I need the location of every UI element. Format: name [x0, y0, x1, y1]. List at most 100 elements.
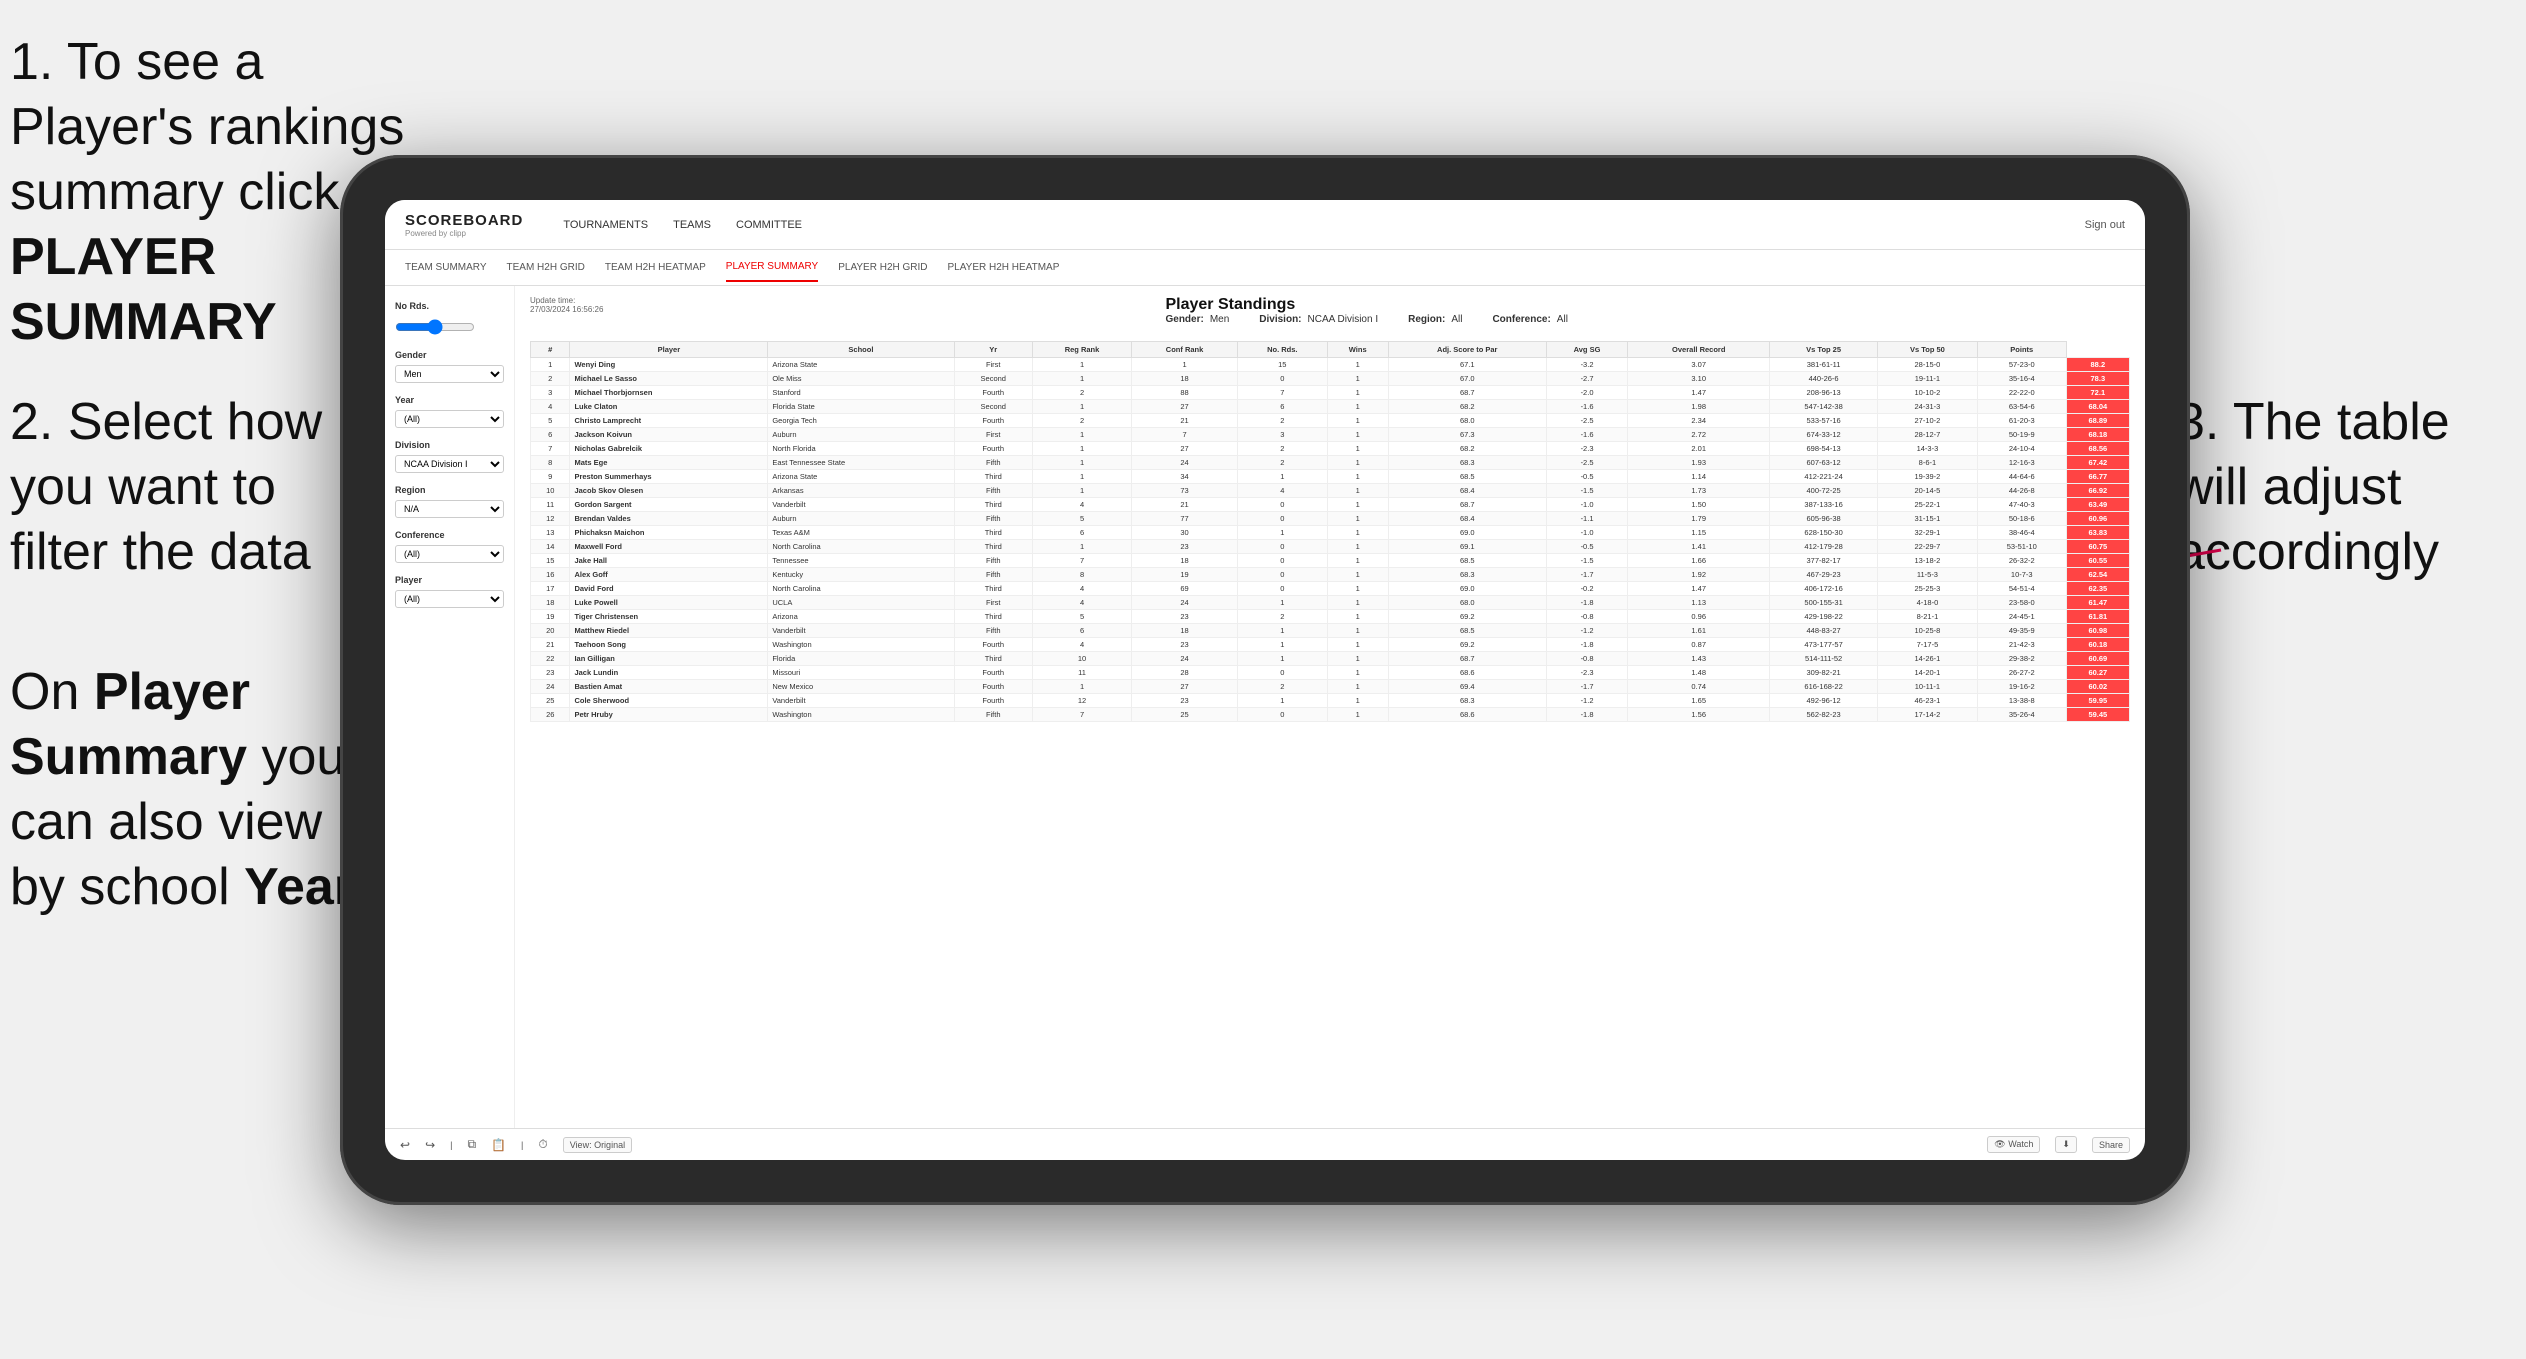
year-label: Year	[395, 395, 504, 405]
col-reg-rank: Reg Rank	[1032, 342, 1131, 358]
gender-select[interactable]: Men	[395, 365, 504, 383]
table-row: 14Maxwell FordNorth CarolinaThird1230169…	[531, 540, 2130, 554]
table-row: 10Jacob Skov OlesenArkansasFifth1734168.…	[531, 484, 2130, 498]
sidebar-year: Year (All)	[395, 395, 504, 428]
col-yr: Yr	[954, 342, 1032, 358]
toolbar-share[interactable]: Share	[2092, 1137, 2130, 1153]
year-select[interactable]: (All)	[395, 410, 504, 428]
table-row: 22Ian GilliganFloridaThird10241168.7-0.8…	[531, 652, 2130, 666]
bottom-toolbar: ↩ ↪ | ⧉ 📋 | ⏱ View: Original 👁 Watch ⬇ S…	[385, 1128, 2145, 1160]
table-row: 13Phichaksn MaichonTexas A&MThird6301169…	[531, 526, 2130, 540]
table-row: 5Christo LamprechtGeorgia TechFourth2212…	[531, 414, 2130, 428]
division-label: Division	[395, 440, 504, 450]
no-rds-slider[interactable]	[395, 316, 475, 338]
filter-region: Region: All	[1408, 314, 1462, 325]
col-points: Points	[1977, 342, 2066, 358]
sidebar-no-rds: No Rds.	[395, 301, 504, 338]
annotation-step2: 2. Select how you want to filter the dat…	[10, 390, 340, 585]
app-header: SCOREBOARD Powered by clipp TOURNAMENTS …	[385, 200, 2145, 250]
toolbar-download[interactable]: ⬇	[2055, 1136, 2077, 1153]
table-row: 16Alex GoffKentuckyFifth8190168.3-1.71.9…	[531, 568, 2130, 582]
subnav-player-h2h-grid[interactable]: PLAYER H2H GRID	[838, 254, 927, 281]
table-row: 25Cole SherwoodVanderbiltFourth12231168.…	[531, 694, 2130, 708]
filter-row: Gender: Men Division: NCAA Division I Re…	[1165, 314, 1567, 325]
filter-gender: Gender: Men	[1165, 314, 1229, 325]
toolbar-view[interactable]: View: Original	[563, 1137, 632, 1153]
table-row: 26Petr HrubyWashingtonFifth7250168.6-1.8…	[531, 708, 2130, 722]
col-overall-record: Overall Record	[1628, 342, 1770, 358]
table-row: 19Tiger ChristensenArizonaThird5232169.2…	[531, 610, 2130, 624]
player-standings-table: # Player School Yr Reg Rank Conf Rank No…	[530, 341, 2130, 722]
col-rank: #	[531, 342, 570, 358]
conference-label: Conference	[395, 530, 504, 540]
table-row: 2Michael Le SassoOle MissSecond1180167.0…	[531, 372, 2130, 386]
subnav-team-summary[interactable]: TEAM SUMMARY	[405, 254, 487, 281]
table-row: 7Nicholas GabrelcikNorth FloridaFourth12…	[531, 442, 2130, 456]
sign-out[interactable]: Sign out	[2085, 219, 2125, 231]
sidebar-division: Division NCAA Division I	[395, 440, 504, 473]
logo-title: SCOREBOARD	[405, 212, 523, 229]
logo-subtitle: Powered by clipp	[405, 229, 523, 238]
player-select[interactable]: (All)	[395, 590, 504, 608]
col-vs-top50: Vs Top 50	[1878, 342, 1978, 358]
table-row: 21Taehoon SongWashingtonFourth4231169.2-…	[531, 638, 2130, 652]
sub-nav: TEAM SUMMARY TEAM H2H GRID TEAM H2H HEAT…	[385, 250, 2145, 286]
toolbar-separator2: |	[521, 1140, 523, 1150]
tablet-frame: SCOREBOARD Powered by clipp TOURNAMENTS …	[340, 155, 2190, 1205]
region-select[interactable]: N/A	[395, 500, 504, 518]
table-row: 15Jake HallTennesseeFifth7180168.5-1.51.…	[531, 554, 2130, 568]
table-row: 17David FordNorth CarolinaThird4690169.0…	[531, 582, 2130, 596]
logo-area: SCOREBOARD Powered by clipp	[405, 212, 523, 238]
player-label: Player	[395, 575, 504, 585]
table-row: 11Gordon SargentVanderbiltThird4210168.7…	[531, 498, 2130, 512]
filter-conference: Conference: All	[1492, 314, 1567, 325]
watch-icon: 👁	[1994, 1139, 2005, 1149]
nav-committee[interactable]: COMMITTEE	[736, 214, 802, 236]
annotation-playersummary: On Player Summary you can also view by s…	[10, 660, 360, 920]
sidebar-player: Player (All)	[395, 575, 504, 608]
toolbar-paste[interactable]: 📋	[491, 1138, 506, 1152]
subnav-team-h2h-grid[interactable]: TEAM H2H GRID	[507, 254, 585, 281]
col-vs-top25: Vs Top 25	[1770, 342, 1878, 358]
table-title: Player Standings	[1165, 296, 1567, 314]
conference-select[interactable]: (All)	[395, 545, 504, 563]
col-wins: Wins	[1327, 342, 1388, 358]
table-row: 24Bastien AmatNew MexicoFourth1272169.4-…	[531, 680, 2130, 694]
subnav-player-h2h-heatmap[interactable]: PLAYER H2H HEATMAP	[948, 254, 1060, 281]
col-school: School	[768, 342, 954, 358]
col-adj-score: Adj. Score to Par	[1388, 342, 1546, 358]
subnav-player-summary[interactable]: PLAYER SUMMARY	[726, 253, 818, 282]
toolbar-redo[interactable]: ↪	[425, 1138, 435, 1152]
region-label: Region	[395, 485, 504, 495]
toolbar-clock: ⏱	[538, 1137, 547, 1152]
main-content: No Rds. Gender Men Year (All)	[385, 286, 2145, 1128]
sidebar-region: Region N/A	[395, 485, 504, 518]
col-conf-rank: Conf Rank	[1132, 342, 1238, 358]
sidebar: No Rds. Gender Men Year (All)	[385, 286, 515, 1128]
table-row: 1Wenyi DingArizona StateFirst1115167.1-3…	[531, 358, 2130, 372]
sidebar-conference: Conference (All)	[395, 530, 504, 563]
main-nav: TOURNAMENTS TEAMS COMMITTEE	[563, 214, 2054, 236]
no-rds-label: No Rds.	[395, 301, 504, 311]
col-player: Player	[570, 342, 768, 358]
filter-division: Division: NCAA Division I	[1259, 314, 1378, 325]
table-row: 3Michael ThorbjornsenStanfordFourth28871…	[531, 386, 2130, 400]
table-row: 8Mats EgeEast Tennessee StateFifth124216…	[531, 456, 2130, 470]
no-rds-row	[395, 316, 504, 338]
gender-label: Gender	[395, 350, 504, 360]
col-no-rds: No. Rds.	[1237, 342, 1327, 358]
col-avg-sg: Avg SG	[1546, 342, 1628, 358]
nav-tournaments[interactable]: TOURNAMENTS	[563, 214, 648, 236]
toolbar-separator: |	[450, 1140, 452, 1150]
subnav-team-h2h-heatmap[interactable]: TEAM H2H HEATMAP	[605, 254, 706, 281]
table-row: 12Brendan ValdesAuburnFifth5770168.4-1.1…	[531, 512, 2130, 526]
table-area: Update time: 27/03/2024 16:56:26 Player …	[515, 286, 2145, 1128]
table-row: 6Jackson KoivunAuburnFirst173167.3-1.62.…	[531, 428, 2130, 442]
toolbar-watch[interactable]: 👁 Watch	[1987, 1136, 2040, 1153]
toolbar-copy[interactable]: ⧉	[467, 1137, 476, 1152]
division-select[interactable]: NCAA Division I	[395, 455, 504, 473]
nav-teams[interactable]: TEAMS	[673, 214, 711, 236]
tablet-screen: SCOREBOARD Powered by clipp TOURNAMENTS …	[385, 200, 2145, 1160]
toolbar-undo[interactable]: ↩	[400, 1138, 410, 1152]
table-header-row: # Player School Yr Reg Rank Conf Rank No…	[531, 342, 2130, 358]
